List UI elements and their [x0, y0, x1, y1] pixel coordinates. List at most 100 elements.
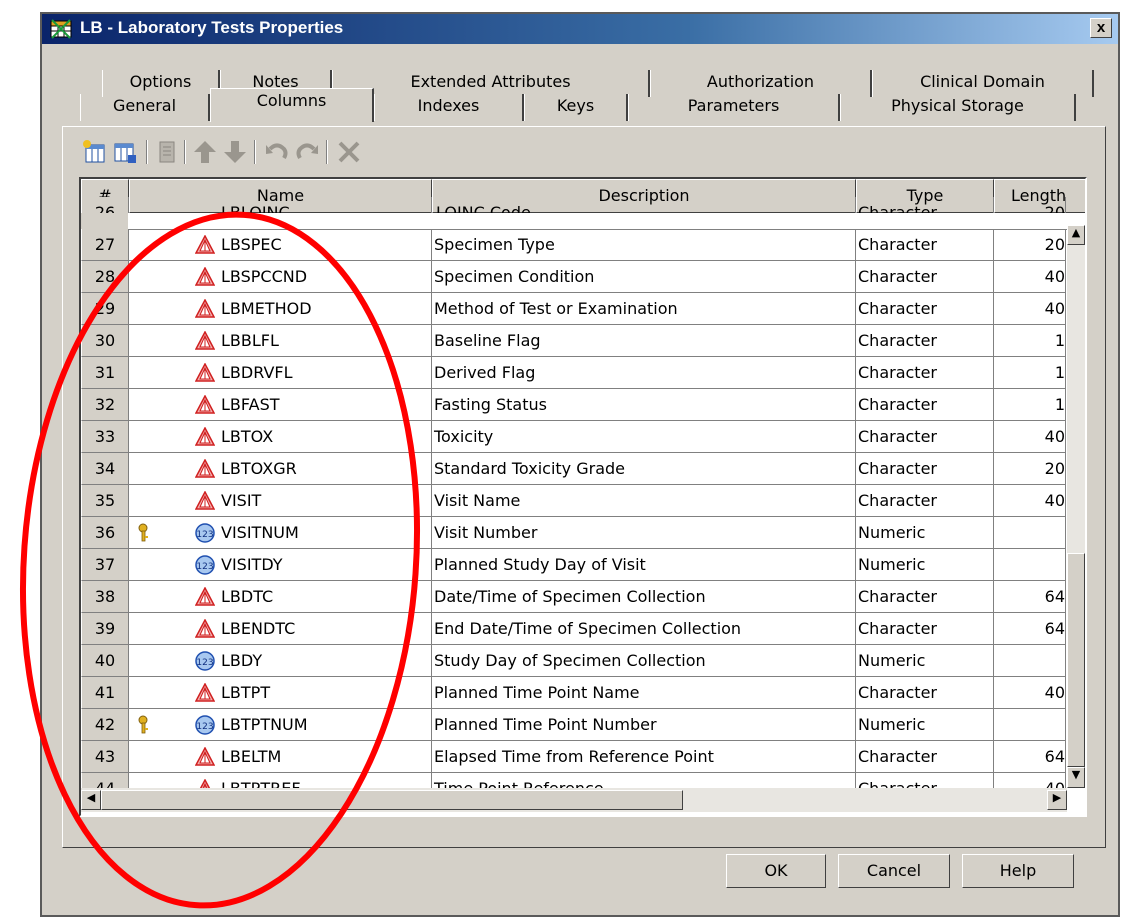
scroll-thumb-horizontal[interactable]: [101, 790, 683, 810]
column-type[interactable]: Character: [856, 357, 994, 389]
column-description[interactable]: Study Day of Specimen Collection: [432, 645, 856, 677]
column-description[interactable]: Visit Number: [432, 517, 856, 549]
name-cell[interactable]: LBSPCCND: [129, 261, 432, 293]
add-column-icon[interactable]: [82, 139, 108, 165]
table-row[interactable]: 36 123 VISITNUM Visit Number Numeric: [81, 517, 1081, 549]
column-type[interactable]: Character: [856, 229, 994, 261]
column-type[interactable]: Character: [856, 389, 994, 421]
column-description[interactable]: Elapsed Time from Reference Point: [432, 741, 856, 773]
name-cell[interactable]: LBMETHOD: [129, 293, 432, 325]
properties-icon[interactable]: [154, 139, 180, 165]
column-description[interactable]: Date/Time of Specimen Collection: [432, 581, 856, 613]
delete-icon[interactable]: [336, 139, 362, 165]
name-cell[interactable]: VISIT: [129, 485, 432, 517]
column-type[interactable]: Numeric: [856, 645, 994, 677]
column-type[interactable]: Character: [856, 613, 994, 645]
scroll-right-button[interactable]: ▶: [1047, 790, 1067, 810]
column-description[interactable]: Specimen Type: [432, 229, 856, 261]
move-down-icon[interactable]: [222, 139, 248, 165]
column-description[interactable]: Specimen Condition: [432, 261, 856, 293]
name-cell[interactable]: LBSPEC: [129, 229, 432, 261]
tab-columns[interactable]: Columns: [210, 88, 374, 122]
table-row[interactable]: 37 123 VISITDY Planned Study Day of Visit Nu…: [81, 549, 1081, 581]
column-description[interactable]: Planned Study Day of Visit: [432, 549, 856, 581]
name-cell[interactable]: LBTPT: [129, 677, 432, 709]
help-button[interactable]: Help: [962, 854, 1074, 888]
table-row[interactable]: 42 123 LBTPTNUM Planned Time Point Number Nu…: [81, 709, 1081, 741]
column-length[interactable]: [994, 709, 1066, 741]
column-type[interactable]: Numeric: [856, 517, 994, 549]
column-length[interactable]: 20: [994, 229, 1066, 261]
column-type[interactable]: Character: [856, 485, 994, 517]
column-description[interactable]: End Date/Time of Specimen Collection: [432, 613, 856, 645]
move-up-icon[interactable]: [192, 139, 218, 165]
name-cell[interactable]: 123 LBDY: [129, 645, 432, 677]
cancel-button[interactable]: Cancel: [838, 854, 950, 888]
name-cell[interactable]: LBTOXGR: [129, 453, 432, 485]
title-bar[interactable]: LB - Laboratory Tests Properties x: [42, 14, 1118, 44]
column-description[interactable]: Visit Name: [432, 485, 856, 517]
table-row[interactable]: 27 LBSPEC Specimen Type Character 20: [81, 229, 1081, 261]
column-length[interactable]: 40: [994, 485, 1066, 517]
tab-parameters[interactable]: Parameters: [628, 94, 840, 121]
tab-authorization[interactable]: Authorization: [650, 70, 872, 97]
column-type[interactable]: Character: [856, 421, 994, 453]
tab-indexes[interactable]: Indexes: [374, 94, 524, 121]
ok-button[interactable]: OK: [726, 854, 826, 888]
column-length[interactable]: [994, 549, 1066, 581]
column-length[interactable]: 64: [994, 741, 1066, 773]
column-description[interactable]: Toxicity: [432, 421, 856, 453]
table-row[interactable]: 40 123 LBDY Study Day of Specimen Collectio…: [81, 645, 1081, 677]
column-type[interactable]: Character: [856, 741, 994, 773]
column-description[interactable]: Planned Time Point Number: [432, 709, 856, 741]
column-length[interactable]: 40: [994, 677, 1066, 709]
table-row[interactable]: 41 LBTPT Planned Time Point Name Character 4…: [81, 677, 1081, 709]
column-description[interactable]: Standard Toxicity Grade: [432, 453, 856, 485]
column-length[interactable]: 1: [994, 389, 1066, 421]
table-row[interactable]: 31 LBDRVFL Derived Flag Character 1: [81, 357, 1081, 389]
name-cell[interactable]: 123 LBTPTNUM: [129, 709, 432, 741]
name-cell[interactable]: LBBLFL: [129, 325, 432, 357]
column-length[interactable]: 64: [994, 581, 1066, 613]
column-length[interactable]: [994, 517, 1066, 549]
column-type[interactable]: Numeric: [856, 549, 994, 581]
table-row[interactable]: 33 LBTOX Toxicity Character 40: [81, 421, 1081, 453]
scroll-thumb[interactable]: [1067, 553, 1085, 767]
table-row[interactable]: 30 LBBLFL Baseline Flag Character 1: [81, 325, 1081, 357]
column-length[interactable]: 1: [994, 325, 1066, 357]
close-button[interactable]: x: [1090, 18, 1112, 38]
undo-icon[interactable]: [264, 139, 290, 165]
scroll-up-button[interactable]: ▲: [1067, 225, 1085, 245]
column-type[interactable]: Character: [856, 261, 994, 293]
column-length[interactable]: 40: [994, 261, 1066, 293]
add-columns-icon[interactable]: [112, 139, 138, 165]
vertical-scrollbar[interactable]: ▲ ▼: [1067, 225, 1085, 788]
tab-extended-attributes[interactable]: Extended Attributes: [332, 70, 650, 97]
column-description[interactable]: Derived Flag: [432, 357, 856, 389]
columns-grid[interactable]: # Name Description Type Length 26 LBLOIN…: [79, 177, 1087, 817]
table-row[interactable]: 32 LBFAST Fasting Status Character 1: [81, 389, 1081, 421]
table-row[interactable]: 34 LBTOXGR Standard Toxicity Grade Characte…: [81, 453, 1081, 485]
column-type[interactable]: Character: [856, 325, 994, 357]
column-length[interactable]: 20: [994, 453, 1066, 485]
redo-icon[interactable]: [294, 139, 320, 165]
column-description[interactable]: Planned Time Point Name: [432, 677, 856, 709]
column-description[interactable]: Method of Test or Examination: [432, 293, 856, 325]
name-cell[interactable]: LBTOX: [129, 421, 432, 453]
column-type[interactable]: Numeric: [856, 709, 994, 741]
tab-physical-storage[interactable]: Physical Storage: [840, 94, 1076, 121]
scroll-left-button[interactable]: ◀: [81, 790, 101, 810]
tab-clinical-domain[interactable]: Clinical Domain: [872, 70, 1094, 97]
tab-general[interactable]: General: [80, 94, 210, 121]
table-row[interactable]: 43 LBELTM Elapsed Time from Reference Poin…: [81, 741, 1081, 773]
column-type[interactable]: Character: [856, 293, 994, 325]
column-length[interactable]: 64: [994, 613, 1066, 645]
name-cell[interactable]: LBELTM: [129, 741, 432, 773]
table-row[interactable]: 35 VISIT Visit Name Character 40: [81, 485, 1081, 517]
column-length[interactable]: [994, 645, 1066, 677]
tab-options[interactable]: Options: [102, 70, 220, 97]
name-cell[interactable]: 123 VISITNUM: [129, 517, 432, 549]
table-row[interactable]: 39 LBENDTC End Date/Time of Specimen Colle…: [81, 613, 1081, 645]
column-length[interactable]: 40: [994, 293, 1066, 325]
table-row[interactable]: 29 LBMETHOD Method of Test or Examination C…: [81, 293, 1081, 325]
